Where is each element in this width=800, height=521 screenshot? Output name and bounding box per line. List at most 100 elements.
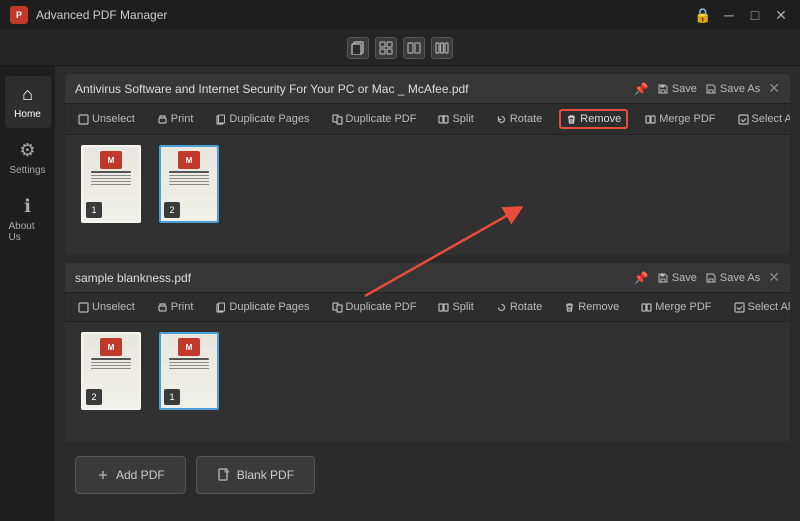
dup-pdf-icon-1 (332, 114, 343, 125)
save-btn-2[interactable]: Save (657, 272, 697, 284)
pdf-header-2: sample blankness.pdf 📌 Save Save As (65, 263, 790, 293)
info-icon: ℹ (24, 196, 31, 217)
blank-pdf-icon (217, 468, 231, 482)
app-toolbar (0, 30, 800, 66)
page-num-2-1: 2 (86, 389, 102, 405)
select-all-icon-1 (738, 114, 749, 125)
remove-btn-2[interactable]: Remove (559, 298, 624, 316)
merge-icon-1 (645, 114, 656, 125)
view-btn-2[interactable] (403, 37, 425, 59)
app-icon: P (10, 6, 28, 24)
maximize-btn[interactable]: □ (746, 6, 764, 24)
select-all-btn-2[interactable]: Select All (729, 298, 791, 316)
sidebar-label-about: About Us (9, 221, 47, 243)
page-num-1-1: 1 (86, 202, 102, 218)
view-btn-3[interactable] (431, 37, 453, 59)
thumb-img-1-2: M 2 (159, 145, 219, 223)
blank-pdf-btn[interactable]: Blank PDF (196, 456, 315, 494)
print-btn-1[interactable]: Print (152, 110, 199, 128)
close-btn[interactable]: ✕ (772, 6, 790, 24)
pdf-title-2: sample blankness.pdf (75, 271, 626, 285)
pdf-toolbar-1: Unselect Print Duplicate Pages (65, 104, 790, 135)
save-icon-1 (657, 83, 669, 95)
title-bar: P Advanced PDF Manager 🔒 ─ □ ✕ (0, 0, 800, 30)
thumb-img-2-1: M 2 (81, 332, 141, 410)
rotate-btn-2[interactable]: Rotate (491, 298, 547, 316)
split-btn-2[interactable]: Split (433, 298, 478, 316)
unselect-icon-1 (78, 114, 89, 125)
thumb-img-2-2: M 1 (159, 332, 219, 410)
logo-thumb: M (178, 338, 200, 356)
pdf-pages-2: M 2 M (65, 322, 790, 442)
settings-icon: ⚙ (19, 140, 35, 161)
page-thumb-2-1[interactable]: M 2 (77, 332, 145, 410)
save-as-icon-1 (705, 83, 717, 95)
dup-pdf-btn-2[interactable]: Duplicate PDF (327, 298, 422, 316)
home-icon: ⌂ (22, 84, 33, 105)
select-all-icon-2 (734, 302, 745, 313)
sidebar-label-settings: Settings (9, 165, 45, 176)
remove-icon-2 (564, 302, 575, 313)
dup-pdf-icon-2 (332, 302, 343, 313)
rotate-icon-1 (496, 114, 507, 125)
save-as-btn-1[interactable]: Save As (705, 83, 760, 95)
pdf-header-1: Antivirus Software and Internet Security… (65, 74, 790, 104)
merge-icon-2 (641, 302, 652, 313)
bottom-bar: Add PDF Blank PDF (65, 450, 790, 500)
select-all-btn-1[interactable]: Select All (733, 110, 791, 128)
print-icon-1 (157, 114, 168, 125)
page-num-2-2: 1 (164, 389, 180, 405)
remove-icon-1 (566, 114, 577, 125)
pdf-pages-1: M 1 M (65, 135, 790, 255)
pdf-pin-2: 📌 (634, 271, 649, 285)
merge-btn-1[interactable]: Merge PDF (640, 110, 720, 128)
minimize-btn[interactable]: ─ (720, 6, 738, 24)
copy-toolbar-btn[interactable] (347, 37, 369, 59)
sidebar: ⌂ Home ⚙ Settings ℹ About Us (0, 66, 55, 521)
sidebar-item-settings[interactable]: ⚙ Settings (5, 132, 51, 184)
add-pdf-btn[interactable]: Add PDF (75, 456, 186, 494)
save-as-btn-2[interactable]: Save As (705, 272, 760, 284)
dup-pages-icon-2 (215, 302, 226, 313)
dup-pages-icon-1 (215, 114, 226, 125)
page-thumb-1-1[interactable]: M 1 (77, 145, 145, 223)
dup-pages-btn-1[interactable]: Duplicate Pages (210, 110, 314, 128)
split-btn-1[interactable]: Split (433, 110, 478, 128)
save-icon-2 (657, 272, 669, 284)
app-title: Advanced PDF Manager (36, 8, 167, 22)
sidebar-item-about[interactable]: ℹ About Us (5, 188, 51, 251)
logo-thumb: M (100, 151, 122, 169)
page-thumb-1-2[interactable]: M 2 (155, 145, 223, 223)
add-pdf-icon (96, 468, 110, 482)
pdf-toolbar-2: Unselect Print Duplicate Pages (65, 293, 790, 322)
sidebar-label-home: Home (14, 109, 41, 120)
merge-btn-2[interactable]: Merge PDF (636, 298, 716, 316)
rotate-btn-1[interactable]: Rotate (491, 110, 547, 128)
logo-thumb: M (178, 151, 200, 169)
print-icon-2 (157, 302, 168, 313)
print-btn-2[interactable]: Print (152, 298, 199, 316)
close-pdf-2[interactable]: ✕ (768, 269, 780, 286)
save-as-icon-2 (705, 272, 717, 284)
split-icon-1 (438, 114, 449, 125)
pdf-title-1: Antivirus Software and Internet Security… (75, 82, 626, 96)
thumb-img-1-1: M 1 (81, 145, 141, 223)
dup-pages-btn-2[interactable]: Duplicate Pages (210, 298, 314, 316)
unselect-btn-1[interactable]: Unselect (73, 110, 140, 128)
save-btn-1[interactable]: Save (657, 83, 697, 95)
pdf-section-2: sample blankness.pdf 📌 Save Save As (65, 263, 790, 442)
remove-btn-1[interactable]: Remove (559, 109, 628, 129)
window-controls: 🔒 ─ □ ✕ (694, 6, 790, 24)
page-thumb-2-2[interactable]: M 1 (155, 332, 223, 410)
dup-pdf-btn-1[interactable]: Duplicate PDF (327, 110, 422, 128)
unselect-icon-2 (78, 302, 89, 313)
unselect-btn-2[interactable]: Unselect (73, 298, 140, 316)
rotate-icon-2 (496, 302, 507, 313)
pdf-section-1: Antivirus Software and Internet Security… (65, 74, 790, 255)
close-pdf-1[interactable]: ✕ (768, 80, 780, 97)
content-area: Antivirus Software and Internet Security… (55, 66, 800, 521)
lock-btn[interactable]: 🔒 (694, 6, 712, 24)
sidebar-item-home[interactable]: ⌂ Home (5, 76, 51, 128)
main-layout: ⌂ Home ⚙ Settings ℹ About Us Antivirus S… (0, 66, 800, 521)
view-btn-1[interactable] (375, 37, 397, 59)
